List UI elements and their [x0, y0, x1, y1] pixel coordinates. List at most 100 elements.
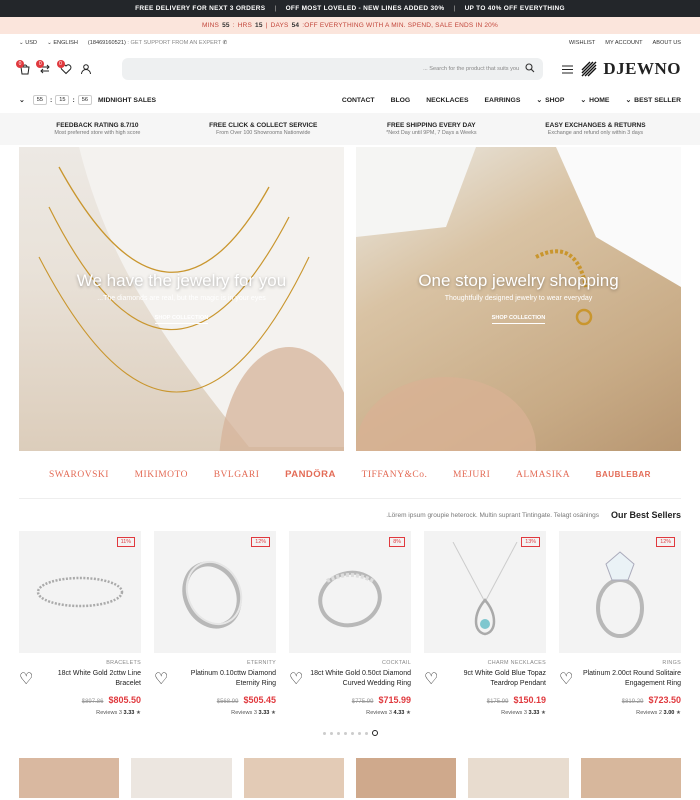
- compare-icon[interactable]: 0: [36, 59, 51, 76]
- product-image[interactable]: 8%: [289, 531, 411, 653]
- brand-mejuri[interactable]: MEJURI: [453, 470, 490, 480]
- category-thumbnail[interactable]: [131, 758, 232, 798]
- carousel-dot[interactable]: [329, 731, 333, 735]
- brand-baublebar[interactable]: BAUBLEBAR: [596, 470, 651, 479]
- nav-blog[interactable]: BLOG: [391, 97, 411, 104]
- nav-shop[interactable]: ⌄ SHOP: [536, 96, 564, 105]
- mins-label: MINS: [202, 22, 220, 29]
- search-icon[interactable]: [525, 63, 535, 75]
- review-count: Reviews 3: [501, 710, 527, 716]
- my-account-link[interactable]: MY ACCOUNT: [605, 40, 642, 46]
- navigation-bar: ⌄ 55: 15: 56 MIDNIGHT SALES CONTACT BLOG…: [0, 87, 700, 113]
- product-name[interactable]: Platinum 0.10cttw Diamond Eternity Ring: [174, 669, 276, 689]
- category-thumbnail[interactable]: [19, 758, 120, 798]
- timer-hours: 55: [32, 95, 47, 105]
- midnight-sales-label[interactable]: MIDNIGHT SALES: [98, 97, 156, 104]
- heart-icon[interactable]: ♡: [289, 669, 303, 689]
- shop-collection-button[interactable]: SHOP COLLECTION: [154, 315, 209, 324]
- features-strip: FEEDBACK RATING 8.7/10 Most preferred sto…: [0, 113, 700, 145]
- product-image[interactable]: 13%: [424, 531, 546, 653]
- brand-swarovski[interactable]: SWAROVSKI: [49, 470, 109, 480]
- product-name[interactable]: 9ct White Gold Blue Topaz Teardrop Penda…: [444, 669, 546, 689]
- product-card[interactable]: 13% CHARM NECKLACES ♡ 9ct White Gold Blue…: [424, 531, 546, 716]
- about-us-link[interactable]: ABOUT US: [653, 40, 682, 46]
- logo[interactable]: DJEWNO: [581, 59, 681, 79]
- product-name[interactable]: 18ct White Gold 2cttw Line Bracelet: [39, 669, 141, 689]
- review-count: Reviews 3: [366, 710, 392, 716]
- carousel-dot[interactable]: [357, 731, 361, 735]
- support-phone[interactable]: (18469160521) : GET SUPPORT FROM AN EXPE…: [88, 40, 227, 46]
- currency-selector[interactable]: ⌄ USD: [19, 40, 37, 46]
- chevron-down-icon[interactable]: ⌄: [19, 96, 25, 104]
- brand-almasika[interactable]: ALMASIKA: [516, 470, 570, 480]
- carousel-dot[interactable]: [322, 731, 326, 735]
- old-price: $819.29: [621, 699, 644, 705]
- days-label: DAYS: [270, 22, 289, 29]
- nav-necklaces[interactable]: NECKLACES: [426, 97, 468, 104]
- hrs-value: 15: [255, 22, 263, 29]
- category-thumbnail[interactable]: [468, 758, 569, 798]
- sale-price: $715.99: [378, 695, 411, 705]
- timer-minutes: 15: [55, 95, 70, 105]
- product-card[interactable]: 11% BRACELETS ♡ 18ct White Gold 2cttw Lin…: [19, 531, 141, 716]
- nav-earrings[interactable]: EARRINGS: [485, 97, 521, 104]
- logo-text: DJEWNO: [603, 59, 682, 78]
- carousel-dot[interactable]: [343, 731, 347, 735]
- hero-banner-2[interactable]: One stop jewelry shopping Thoughtfully d…: [356, 147, 681, 451]
- nav-home[interactable]: ⌄ HOME: [580, 96, 609, 105]
- product-card[interactable]: 12% ETERNITY ♡ Platinum 0.10cttw Diamond …: [154, 531, 276, 716]
- rating-value: 4.33: [393, 710, 405, 716]
- cart-icon[interactable]: 0: [16, 59, 31, 76]
- shop-collection-button[interactable]: SHOP COLLECTION: [491, 315, 546, 324]
- sale-price: $723.50: [648, 695, 681, 705]
- product-name[interactable]: 18ct White Gold 0.50ct Diamond Curved We…: [309, 669, 411, 689]
- user-icon[interactable]: [80, 63, 92, 76]
- search-bar[interactable]: ... Search for the product that suits yo…: [122, 58, 544, 80]
- brand-tiffany[interactable]: TIFFANY&Co.: [362, 470, 428, 480]
- old-price: $775.99: [351, 699, 374, 705]
- category-thumbnail[interactable]: [243, 758, 344, 798]
- carousel-dot[interactable]: [336, 731, 340, 735]
- heart-icon[interactable]: ♡: [19, 669, 33, 689]
- hero-subtitle: ...The diamonds are real, but the magic …: [97, 295, 266, 302]
- logo-mark-icon: [581, 61, 597, 77]
- chevron-down-icon: ⌄: [625, 97, 632, 104]
- carousel-dot-active[interactable]: [371, 730, 378, 736]
- heart-icon[interactable]: 0: [56, 59, 72, 76]
- brand-bvlgari[interactable]: BVLGARI: [214, 470, 260, 480]
- nav-best-seller[interactable]: ⌄ BEST SELLER: [625, 96, 681, 105]
- product-category: ETERNITY: [246, 660, 276, 666]
- nav-contact[interactable]: CONTACT: [342, 97, 375, 104]
- heart-icon[interactable]: ♡: [559, 669, 573, 689]
- menu-icon[interactable]: [561, 63, 573, 76]
- hero-banner-1[interactable]: We have the jewelry for you ...The diamo…: [19, 147, 344, 451]
- wishlist-link[interactable]: WISHLIST: [569, 40, 595, 46]
- carousel-dot[interactable]: [350, 731, 354, 735]
- divider: |: [274, 5, 277, 12]
- product-image[interactable]: 11%: [19, 531, 141, 653]
- heart-icon[interactable]: ♡: [154, 669, 168, 689]
- product-card[interactable]: 12% RINGS ♡ Platinum 2.00ct Round Solitai…: [559, 531, 681, 716]
- mins-value: 55: [222, 22, 230, 29]
- cart-count-badge: 0: [16, 59, 24, 68]
- category-thumbnail[interactable]: [580, 758, 681, 798]
- main-header: 0 0 0 ... Search for the product that su…: [0, 51, 700, 87]
- review-count: Reviews 3: [231, 710, 257, 716]
- rating-value: 3.00: [663, 710, 675, 716]
- best-sellers-header: .Lörem ipsum groupie heterock. Multin su…: [0, 499, 700, 531]
- language-selector[interactable]: ⌄ ENGLISH: [47, 40, 78, 46]
- product-image[interactable]: 12%: [559, 531, 681, 653]
- carousel-dot[interactable]: [364, 731, 368, 735]
- carousel-pagination: [0, 730, 700, 736]
- category-thumbnail[interactable]: [355, 758, 457, 798]
- heart-icon[interactable]: ♡: [424, 669, 438, 689]
- feature-item: FREE CLICK & COLLECT SERVICE From Over 10…: [209, 122, 318, 136]
- product-image[interactable]: 12%: [154, 531, 276, 653]
- hero-banners: We have the jewelry for you ...The diamo…: [0, 147, 700, 451]
- brand-pandora[interactable]: PANDÖRA: [285, 469, 336, 480]
- product-category: BRACELETS: [106, 660, 141, 666]
- product-name[interactable]: Platinum 2.00ct Round Solitaire Engageme…: [579, 669, 681, 689]
- product-card[interactable]: 8% COCKTAIL ♡ 18ct White Gold 0.50ct Diam…: [289, 531, 411, 716]
- search-input[interactable]: ... Search for the product that suits yo…: [423, 66, 519, 72]
- brand-mikimoto[interactable]: MIKIMOTO: [135, 470, 188, 480]
